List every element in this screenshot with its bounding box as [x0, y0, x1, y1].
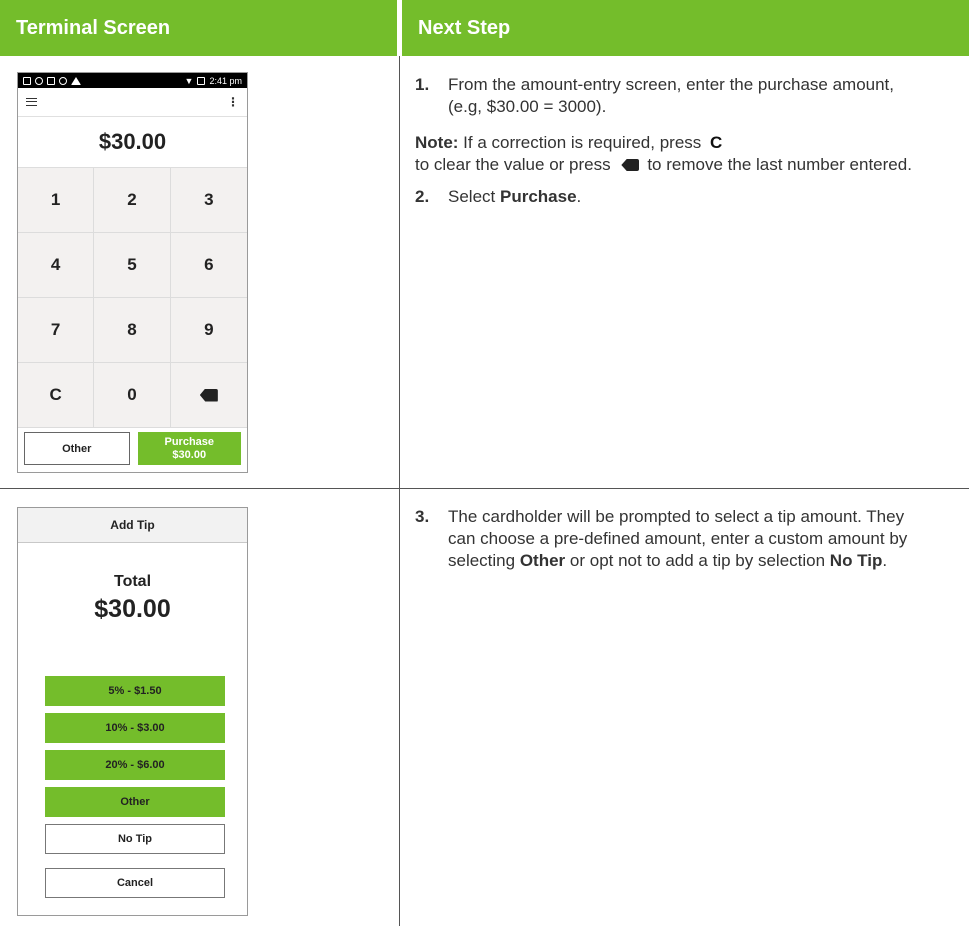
step-3: 3. The cardholder will be prompted to se… — [415, 506, 915, 572]
key-3[interactable]: 3 — [170, 168, 247, 233]
terminal-actions: Other Purchase $30.00 — [18, 428, 247, 469]
terminal-screen-header: Terminal Screen — [0, 0, 397, 56]
step-text: The cardholder will be prompted to selec… — [448, 506, 915, 572]
steps-block-2: 3. The cardholder will be prompted to se… — [415, 506, 915, 572]
backspace-icon — [621, 159, 640, 171]
purchase-emphasis: Purchase — [499, 187, 577, 206]
note: Note: If a correction is required, press… — [415, 132, 915, 176]
status-time: 2:41 pm — [209, 75, 242, 86]
menu-icon[interactable] — [26, 98, 37, 106]
add-tip-title: Add Tip — [18, 508, 247, 543]
amount-entry-terminal: ▼ 2:41 pm ⋮ $30.00 1 2 3 4 5 6 7 8 9 C 0… — [17, 72, 248, 473]
note-text: to clear the value or press — [415, 155, 616, 174]
key-0[interactable]: 0 — [94, 363, 171, 428]
other-emphasis: Other — [519, 551, 566, 570]
more-options-icon[interactable]: ⋮ — [227, 95, 239, 109]
purchase-button-amount: $30.00 — [172, 448, 207, 461]
image-icon — [47, 76, 55, 85]
tip-10-percent-button[interactable]: 10% - $3.00 — [45, 713, 225, 743]
key-5[interactable]: 5 — [94, 233, 171, 298]
step-number: 3. — [415, 507, 430, 526]
backspace-icon — [199, 388, 218, 402]
step-text-part: . — [576, 187, 582, 206]
total-amount: $30.00 — [94, 595, 171, 623]
notification-icon — [23, 76, 31, 85]
key-4[interactable]: 4 — [18, 233, 95, 298]
wifi-icon: ▼ — [184, 75, 194, 86]
add-tip-terminal: Add Tip Total $30.00 5% - $1.50 10% - $3… — [17, 507, 248, 916]
next-step-header: Next Step — [402, 0, 969, 56]
step-text-part: or opt not to add a tip by selection — [565, 551, 830, 570]
step-text-part: . — [882, 551, 888, 570]
key-backspace[interactable] — [170, 363, 247, 428]
key-6[interactable]: 6 — [170, 233, 247, 298]
step-number: 2. — [415, 187, 430, 206]
tip-5-percent-button[interactable]: 5% - $1.50 — [45, 676, 225, 706]
column-divider — [399, 56, 400, 926]
tip-other-button[interactable]: Other — [45, 787, 225, 817]
warning-icon — [71, 76, 81, 85]
cancel-button[interactable]: Cancel — [45, 868, 225, 898]
tip-20-percent-button[interactable]: 20% - $6.00 — [45, 750, 225, 780]
info-icon — [35, 76, 43, 85]
step-2: 2. Select Purchase. — [415, 186, 915, 208]
purchase-button-label: Purchase — [164, 435, 215, 448]
no-tip-emphasis: No Tip — [829, 551, 883, 570]
other-button[interactable]: Other — [24, 432, 130, 465]
key-clear[interactable]: C — [18, 363, 95, 428]
key-7[interactable]: 7 — [18, 298, 95, 363]
key-8[interactable]: 8 — [94, 298, 171, 363]
no-tip-button[interactable]: No Tip — [45, 824, 225, 854]
total-label: Total — [113, 573, 152, 590]
row-divider — [0, 488, 969, 489]
step-text: From the amount-entry screen, enter the … — [448, 75, 895, 116]
step-text: Select Purchase. — [448, 186, 915, 208]
note-text: If a correction is required, press — [458, 133, 706, 152]
key-2[interactable]: 2 — [94, 168, 171, 233]
key-1[interactable]: 1 — [18, 168, 95, 233]
steps-block-1: 1. From the amount-entry screen, enter t… — [415, 74, 915, 208]
step-1: 1. From the amount-entry screen, enter t… — [415, 74, 915, 118]
step-text-part: Select — [448, 187, 500, 206]
battery-icon — [197, 76, 206, 85]
clear-key-glyph: C — [710, 133, 723, 152]
dot-icon — [59, 76, 67, 85]
step-number: 1. — [415, 75, 430, 94]
tip-options: 5% - $1.50 10% - $3.00 20% - $6.00 Other… — [45, 676, 225, 905]
keypad: 1 2 3 4 5 6 7 8 9 C 0 — [18, 168, 247, 428]
terminal-toolbar: ⋮ — [18, 88, 247, 117]
note-text: to remove the last number entered. — [647, 155, 912, 174]
purchase-button[interactable]: Purchase $30.00 — [137, 432, 241, 465]
key-9[interactable]: 9 — [170, 298, 247, 363]
status-bar: ▼ 2:41 pm — [18, 73, 247, 88]
note-label: Note: — [415, 133, 459, 152]
amount-display: $30.00 — [18, 117, 247, 168]
